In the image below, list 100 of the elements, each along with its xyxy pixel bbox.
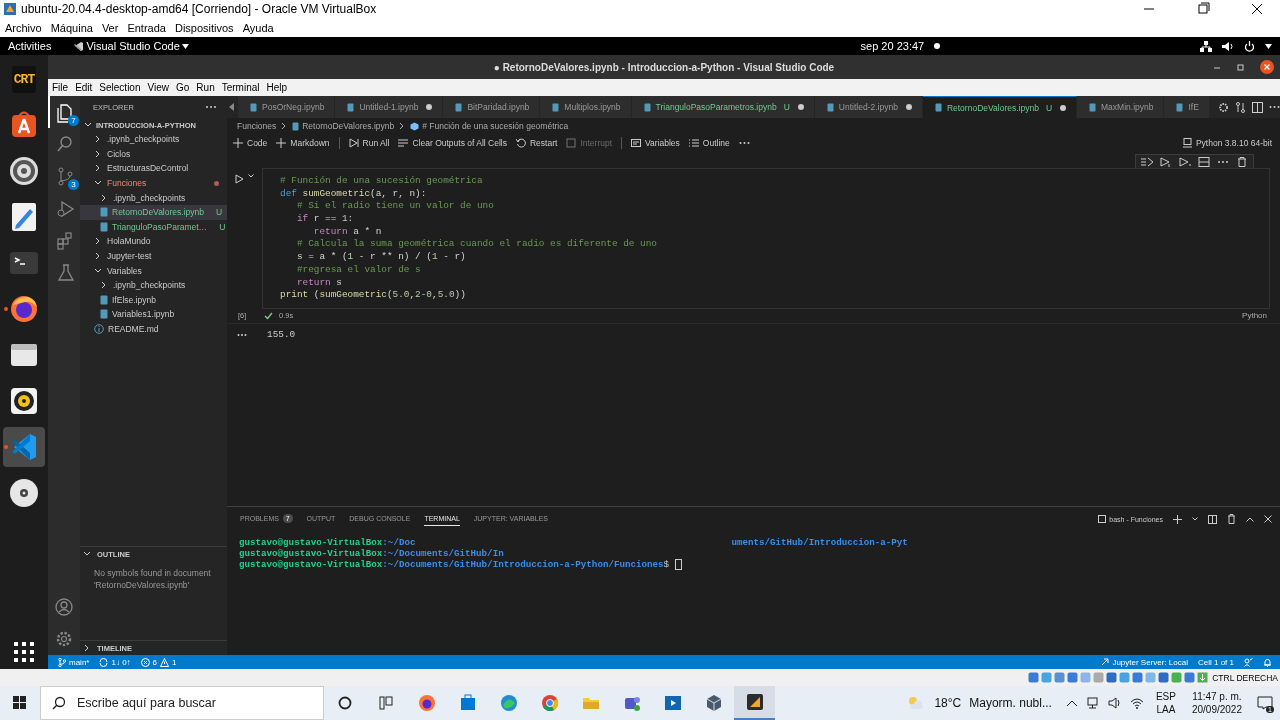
- close-icon[interactable]: [1260, 60, 1274, 74]
- power-icon[interactable]: [1244, 40, 1255, 52]
- search-field[interactable]: Escribe aquí para buscar: [40, 686, 324, 720]
- terminal-logo[interactable]: CRT: [11, 65, 37, 93]
- compare-icon[interactable]: [1234, 101, 1246, 113]
- gear-icon[interactable]: [1217, 101, 1229, 113]
- clock[interactable]: 11:47 p. m. 20/09/2022: [1191, 690, 1242, 716]
- menu-item[interactable]: File: [52, 82, 69, 93]
- branch-status[interactable]: main*: [58, 657, 90, 667]
- run-cell-icon[interactable]: [235, 174, 244, 184]
- editor-tab[interactable]: Untitled-2.ipynb: [814, 96, 923, 118]
- menu-item[interactable]: Ver: [101, 21, 119, 34]
- toolbar-button[interactable]: Markdown: [276, 138, 330, 148]
- gear-icon[interactable]: [8, 155, 40, 187]
- toolbar-button[interactable]: Variables: [631, 138, 680, 148]
- tree-item[interactable]: Funciones: [80, 175, 227, 191]
- menu-item[interactable]: Run: [196, 82, 215, 93]
- menu-item[interactable]: Help: [266, 82, 288, 93]
- trash-icon[interactable]: [1227, 514, 1236, 524]
- device-icon[interactable]: [1106, 672, 1118, 683]
- language-indicator[interactable]: ESP LAA: [1155, 690, 1176, 716]
- menu-item[interactable]: Ayuda: [242, 21, 274, 34]
- run-above-icon[interactable]: [1141, 157, 1153, 167]
- run-below-icon[interactable]: [1160, 157, 1172, 167]
- cell-position[interactable]: Cell 1 of 1: [1197, 657, 1234, 667]
- plus-icon[interactable]: [1173, 514, 1182, 524]
- code-cell-editor[interactable]: [262, 168, 1270, 309]
- jupyter-server-status[interactable]: Jupyter Server: Local: [1101, 657, 1188, 667]
- device-icon[interactable]: [1054, 672, 1066, 683]
- close-icon[interactable]: [1264, 515, 1272, 523]
- tree-item[interactable]: RetornoDeValores.ipynb U: [80, 204, 227, 220]
- split-editor-icon[interactable]: [1251, 101, 1263, 113]
- menu-item[interactable]: Edit: [75, 82, 93, 93]
- split-cell-icon[interactable]: [1198, 157, 1210, 167]
- problems-status[interactable]: 6 1: [140, 657, 177, 667]
- activity-scm-button[interactable]: 3: [48, 160, 80, 192]
- tree-item[interactable]: Ciclos: [80, 146, 227, 162]
- toolbar-button[interactable]: Clear Outputs of All Cells: [398, 138, 507, 148]
- browser-icon[interactable]: [416, 693, 437, 713]
- device-icon[interactable]: [1184, 672, 1196, 683]
- breadcrumb[interactable]: # Función de una sucesión geométrica: [410, 121, 569, 131]
- menu-item[interactable]: View: [147, 82, 169, 93]
- activities-button[interactable]: Activities: [8, 40, 52, 52]
- editor-tab[interactable]: Untitled-1.ipynb: [335, 96, 444, 118]
- speaker-icon[interactable]: [1107, 697, 1122, 709]
- restore-icon[interactable]: [1236, 62, 1246, 72]
- tree-item[interactable]: IfElse.ipynb: [80, 292, 227, 308]
- tree-item[interactable]: .ipynb_checkpoints: [80, 277, 227, 293]
- tree-item[interactable]: HolaMundo: [80, 234, 227, 249]
- menu-item[interactable]: Entrada: [127, 21, 166, 34]
- tree-item[interactable]: README.md: [80, 321, 227, 337]
- volume-icon[interactable]: [1222, 40, 1234, 52]
- editor-tab[interactable]: MaxMin.ipynb: [1077, 96, 1165, 118]
- delete-icon[interactable]: [1236, 157, 1248, 167]
- feedback-icon[interactable]: [1244, 657, 1253, 667]
- speaker-icon[interactable]: [8, 385, 40, 417]
- app-grid-icon[interactable]: [13, 641, 35, 663]
- account-icon[interactable]: [54, 597, 74, 617]
- editor-tab[interactable]: IfE: [1164, 96, 1210, 118]
- more-icon[interactable]: [1268, 105, 1280, 109]
- menu-item[interactable]: Dispositivos: [174, 21, 234, 34]
- editor-tab[interactable]: Multiplos.ipynb: [540, 96, 632, 118]
- more-icon[interactable]: [738, 141, 750, 145]
- wifi-icon[interactable]: [1129, 697, 1144, 709]
- tree-item[interactable]: Variables: [80, 263, 227, 278]
- tree-item[interactable]: .ipynb_checkpoints: [80, 190, 227, 205]
- toolbar-button[interactable]: Outline: [688, 138, 730, 148]
- app-menu[interactable]: Visual Studio Code: [73, 40, 189, 52]
- device-icon[interactable]: [1158, 672, 1170, 683]
- tree-item[interactable]: EstructurasDeControl: [80, 161, 227, 176]
- settings-icon[interactable]: [54, 629, 74, 649]
- chevron-down-icon[interactable]: [248, 174, 254, 178]
- app-icon[interactable]: [744, 692, 765, 712]
- toolbar-button[interactable]: Restart: [515, 138, 558, 148]
- disc-icon[interactable]: [8, 477, 40, 509]
- menu-item[interactable]: Selection: [99, 82, 141, 93]
- editor-tab[interactable]: TrianguloPasoParametros.ipynb U: [631, 96, 815, 118]
- menu-item[interactable]: Máquina: [50, 21, 93, 34]
- clock[interactable]: sep 20 23:47: [860, 40, 925, 52]
- network-icon[interactable]: [1200, 40, 1212, 52]
- tree-item[interactable]: Jupyter-test: [80, 248, 227, 264]
- device-icon[interactable]: [1132, 672, 1144, 683]
- device-icon[interactable]: [1028, 672, 1040, 683]
- chevron-down-icon[interactable]: [1192, 517, 1198, 521]
- editor-tab[interactable]: BitParidad.ipynb: [443, 96, 541, 118]
- menu-item[interactable]: Archivo: [5, 21, 42, 34]
- toolbar-button[interactable]: Run All: [348, 138, 390, 148]
- tree-item[interactable]: Variables1.ipynb: [80, 307, 227, 322]
- tree-item[interactable]: .ipynb_checkpoints: [80, 132, 227, 147]
- more-icon[interactable]: [205, 105, 217, 109]
- browser-icon[interactable]: [8, 293, 40, 325]
- network-icon[interactable]: [1085, 697, 1100, 709]
- sync-status[interactable]: 1↓ 0↑: [99, 657, 131, 667]
- language-label[interactable]: Python: [1242, 311, 1267, 321]
- editor-tab[interactable]: PosOrNeg.ipynb: [238, 96, 336, 118]
- editor-tab[interactable]: RetornoDeValores.ipynb U: [922, 96, 1077, 118]
- weather-widget[interactable]: 18°C Mayorm. nubl...: [906, 695, 1052, 711]
- chevron-up-icon[interactable]: [1065, 699, 1078, 707]
- split-terminal-icon[interactable]: [1208, 514, 1217, 524]
- device-icon[interactable]: [1067, 672, 1079, 683]
